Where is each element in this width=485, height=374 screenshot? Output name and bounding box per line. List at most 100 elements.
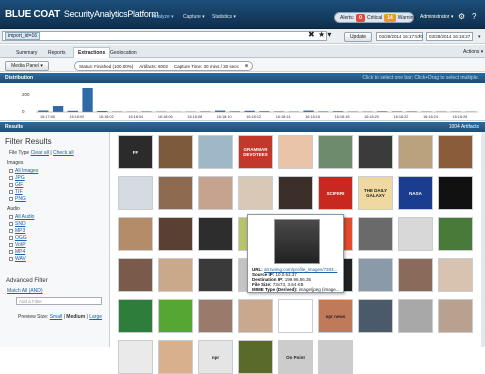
clear-query-icon[interactable]: ✖: [308, 30, 315, 39]
artifact-thumbnail[interactable]: GRAMMAR DEVOTEES: [238, 135, 273, 169]
artifact-thumbnail[interactable]: [358, 299, 393, 333]
artifact-thumbnail[interactable]: [118, 258, 153, 292]
checkbox-voip[interactable]: VoIP: [9, 242, 26, 248]
artifact-thumbnail[interactable]: [278, 135, 313, 169]
query-token[interactable]: import_id=16: [5, 32, 40, 40]
nav-statistics[interactable]: Statistics ▾: [212, 14, 236, 20]
add-filter-input[interactable]: Add a Filter: [16, 297, 102, 305]
checkbox-snd[interactable]: SND: [9, 221, 26, 227]
artifact-thumbnail[interactable]: [278, 299, 313, 333]
checkbox-ogg[interactable]: OGG: [9, 235, 27, 241]
checkbox-all-audio[interactable]: All Audio: [9, 214, 34, 220]
brand-logo: BLUE COATSecurityAnalyticsPlatform: [5, 9, 158, 20]
artifact-thumbnail[interactable]: [158, 340, 193, 374]
artifact-thumbnail[interactable]: [198, 217, 233, 251]
user-menu[interactable]: Administrator ▾: [420, 14, 453, 20]
checkbox-wav[interactable]: WAV: [9, 256, 26, 262]
date-from-field[interactable]: 03/28/2014 16:17:57: [376, 32, 423, 41]
advanced-filter-title: Advanced Filter: [6, 278, 48, 284]
preview-small-link[interactable]: Small: [50, 314, 63, 320]
chart-bar[interactable]: [82, 88, 92, 112]
artifact-thumbnail[interactable]: [318, 135, 353, 169]
query-input[interactable]: import_id=16: [2, 31, 327, 41]
artifact-thumbnail[interactable]: [438, 217, 473, 251]
match-all-select[interactable]: Match All (AND): [7, 288, 43, 294]
status-pill: Status: Finished (100.00%)Artifacts: 600…: [74, 61, 253, 71]
artifact-thumbnail[interactable]: [358, 258, 393, 292]
artifact-thumbnail[interactable]: [238, 176, 273, 210]
checkbox-all-images[interactable]: All Images: [9, 168, 38, 174]
artifact-thumbnail[interactable]: [158, 299, 193, 333]
artifact-thumbnail[interactable]: [438, 258, 473, 292]
preview-large-link[interactable]: Large: [89, 314, 102, 320]
tab-geolocation[interactable]: Geolocation: [106, 47, 141, 58]
checkbox-jpg[interactable]: JPG: [9, 175, 25, 181]
gear-icon[interactable]: ⚙: [458, 12, 465, 21]
warning-badge: 14: [384, 14, 396, 22]
artifact-thumbnail[interactable]: SCIFERI: [318, 176, 353, 210]
nav-analyze[interactable]: Analyze ▾: [152, 14, 174, 20]
artifact-thumbnail[interactable]: [238, 299, 273, 333]
artifact-thumbnail[interactable]: [438, 135, 473, 169]
x-tick-label: 16:18:10: [217, 115, 232, 119]
checkbox-mp3[interactable]: MP3: [9, 228, 25, 234]
artifact-thumbnail[interactable]: [118, 340, 153, 374]
artifact-thumbnail[interactable]: [158, 217, 193, 251]
artifact-thumbnail[interactable]: [358, 217, 393, 251]
artifact-thumbnail[interactable]: [398, 258, 433, 292]
checkbox-mp4[interactable]: MP4: [9, 249, 25, 255]
artifact-thumbnail[interactable]: [198, 258, 233, 292]
results-scrollbar[interactable]: [481, 132, 485, 347]
date-to-field[interactable]: 03/28/2014 16:18:27: [426, 32, 473, 41]
y-tick-label: 200: [22, 92, 30, 97]
x-tick-label: 16:18:12: [246, 115, 261, 119]
artifact-thumbnail[interactable]: npr: [198, 340, 233, 374]
artifact-thumbnail[interactable]: NASA: [398, 176, 433, 210]
artifact-thumbnail[interactable]: [158, 176, 193, 210]
y-tick-label: 0: [22, 109, 25, 114]
artifact-thumbnail[interactable]: [438, 176, 473, 210]
close-icon[interactable]: ⊗: [245, 63, 249, 69]
nav-capture[interactable]: Capture ▾: [183, 14, 205, 20]
check-all-link[interactable]: Check all: [53, 150, 74, 156]
artifact-thumbnail[interactable]: [398, 217, 433, 251]
checkbox-png[interactable]: PNG: [9, 196, 26, 202]
tab-reports[interactable]: Reports: [44, 47, 70, 58]
preview-medium-link[interactable]: Medium: [66, 314, 85, 320]
artifact-thumbnail[interactable]: On Point: [278, 340, 313, 374]
artifact-thumbnail[interactable]: [438, 299, 473, 333]
artifact-thumbnail[interactable]: npr news: [318, 299, 353, 333]
artifact-thumbnail[interactable]: [238, 340, 273, 374]
artifact-thumbnail[interactable]: [398, 135, 433, 169]
artifact-thumbnail[interactable]: [118, 299, 153, 333]
artifact-thumbnail[interactable]: [118, 176, 153, 210]
favorite-star-icon[interactable]: ★ ▾: [318, 30, 331, 39]
checkbox-tif[interactable]: TIF: [9, 189, 23, 195]
artifact-thumbnail[interactable]: [358, 135, 393, 169]
artifact-thumbnail[interactable]: [398, 299, 433, 333]
date-dropdown-icon[interactable]: ▾: [478, 34, 481, 40]
artifact-thumbnail[interactable]: [318, 340, 353, 374]
update-button[interactable]: Update: [344, 32, 372, 42]
artifact-thumbnail[interactable]: FF: [118, 135, 153, 169]
artifact-thumbnail[interactable]: [158, 135, 193, 169]
distribution-chart[interactable]: 200016:17:5816:18:0016:18:0216:18:0416:1…: [0, 83, 485, 121]
clear-all-link[interactable]: Clear all: [31, 150, 49, 156]
tab-extractions[interactable]: Extractions: [73, 47, 110, 58]
artifact-thumbnail[interactable]: [158, 258, 193, 292]
artifact-thumbnail[interactable]: [278, 176, 313, 210]
actions-menu[interactable]: Actions ▾: [463, 49, 483, 55]
artifact-thumbnail[interactable]: [198, 299, 233, 333]
artifact-thumbnail[interactable]: [118, 217, 153, 251]
artifact-thumbnail[interactable]: THE DAILY GALAXY: [358, 176, 393, 210]
alerts-pill[interactable]: Alerts: 0 Critical 14 Warning: [334, 12, 414, 23]
artifact-thumbnail[interactable]: [198, 176, 233, 210]
artifact-thumbnail[interactable]: [198, 135, 233, 169]
checkbox-gif[interactable]: GIF: [9, 182, 23, 188]
media-panel-button[interactable]: Media Panel ▾: [5, 61, 49, 71]
tab-summary[interactable]: Summary: [12, 47, 41, 58]
chart-bar[interactable]: [53, 106, 63, 112]
help-icon[interactable]: ?: [472, 12, 476, 21]
x-tick-label: 16:18:08: [187, 115, 202, 119]
x-tick-label: 16:18:02: [99, 115, 114, 119]
